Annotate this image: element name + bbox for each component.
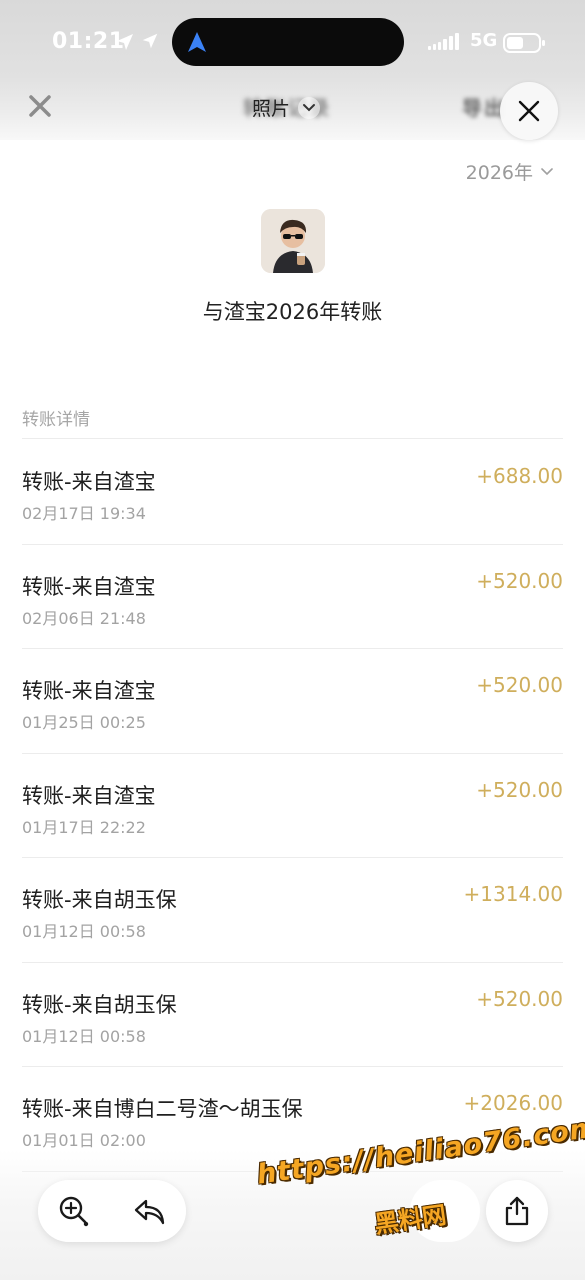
battery-icon <box>503 33 545 53</box>
screen: 01:21 5G 转账记录 照片 导出 2026年 与渣宝2026年转账 转账详… <box>0 0 585 1280</box>
transaction-row[interactable]: 转账-来自渣宝 02月17日 19:34 +688.00 <box>0 440 585 545</box>
transaction-title: 转账-来自渣宝 <box>22 574 156 599</box>
transaction-row[interactable]: 转账-来自渣宝 01月25日 00:25 +520.00 <box>0 649 585 754</box>
transaction-time: 02月17日 19:34 <box>22 504 146 523</box>
transaction-amount: +520.00 <box>476 568 563 593</box>
signal-icon <box>428 33 459 50</box>
transaction-row[interactable]: 转账-来自渣宝 02月06日 21:48 +520.00 <box>0 545 585 649</box>
chevron-down-icon <box>541 167 553 175</box>
share-icon <box>505 1196 529 1226</box>
bottom-toolbar-left <box>38 1180 186 1242</box>
transaction-time: 01月25日 00:25 <box>22 713 146 732</box>
navigation-arrow-icon <box>188 32 206 52</box>
transaction-time: 01月17日 22:22 <box>22 817 146 837</box>
nav-bar: 转账记录 照片 导出 <box>0 80 585 134</box>
location-arrow-icon <box>117 34 133 50</box>
transaction-time: 01月12日 00:58 <box>22 922 146 941</box>
transaction-row[interactable]: 转账-来自胡玉保 01月12日 00:58 +1314.00 <box>0 858 585 963</box>
photo-menu-label: 照片 <box>252 98 291 120</box>
transaction-time: 02月06日 21:48 <box>22 608 146 628</box>
year-filter-label: 2026年 <box>465 162 533 184</box>
transaction-amount: +520.00 <box>476 673 563 697</box>
close-icon <box>518 100 540 122</box>
transaction-amount: +688.00 <box>476 464 563 488</box>
transaction-title: 转账-来自渣宝 <box>22 783 156 808</box>
zoom-in-icon[interactable] <box>56 1193 92 1229</box>
transaction-time: 01月12日 00:58 <box>22 1026 146 1046</box>
chevron-down-icon <box>298 96 321 119</box>
share-button[interactable] <box>486 1180 548 1242</box>
avatar <box>261 209 325 273</box>
transaction-title: 转账-来自渣宝 <box>22 679 156 703</box>
section-label: 转账详情 <box>22 410 90 430</box>
summary-title: 与渣宝2026年转账 <box>202 300 383 324</box>
year-filter[interactable]: 2026年 <box>466 158 553 185</box>
photo-menu[interactable]: 照片 <box>252 94 321 121</box>
transaction-title: 转账-来自胡玉保 <box>22 888 177 912</box>
transaction-row[interactable]: 转账-来自渣宝 01月17日 22:22 +520.00 <box>0 754 585 858</box>
transaction-row[interactable]: 转账-来自胡玉保 01月12日 00:58 +520.00 <box>0 963 585 1067</box>
transaction-amount: +520.00 <box>476 777 563 802</box>
section-divider <box>22 438 563 439</box>
transaction-amount: +1314.00 <box>463 882 563 906</box>
transaction-title: 转账-来自博白二号渣～胡玉保 <box>22 1097 303 1121</box>
back-arrow-icon[interactable] <box>132 1194 168 1230</box>
transaction-time: 01月01日 02:00 <box>22 1131 146 1150</box>
network-label: 5G <box>470 30 498 51</box>
transaction-amount: +520.00 <box>476 986 563 1011</box>
transaction-list: 转账-来自渣宝 02月17日 19:34 +688.00 转账-来自渣宝 02月… <box>0 440 585 1172</box>
transaction-title: 转账-来自胡玉保 <box>22 992 177 1017</box>
transaction-amount: +2026.00 <box>463 1091 563 1115</box>
status-bar: 01:21 5G <box>0 18 585 68</box>
transaction-title: 转账-来自渣宝 <box>22 470 156 494</box>
close-button[interactable] <box>500 82 558 140</box>
close-icon[interactable] <box>24 90 56 122</box>
location-arrow-icon <box>142 33 158 49</box>
